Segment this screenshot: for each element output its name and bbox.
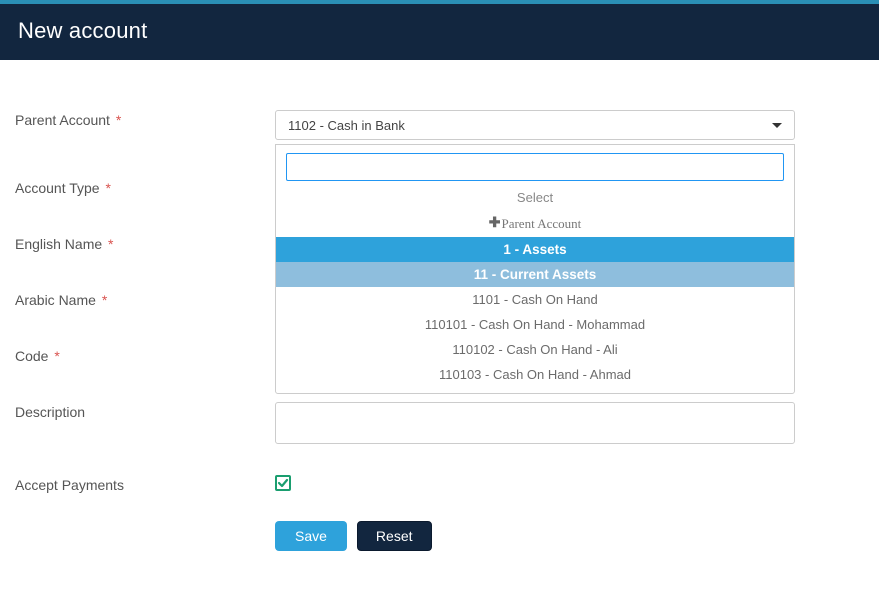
description-textarea[interactable] xyxy=(275,402,795,444)
field-description xyxy=(275,402,795,447)
label-accept-payments: Accept Payments xyxy=(15,475,275,493)
label-account-type: Account Type * xyxy=(15,178,275,196)
accept-payments-checkbox[interactable] xyxy=(275,475,291,491)
dropdown-search-wrap xyxy=(276,145,794,185)
required-marker: * xyxy=(54,348,59,364)
label-description: Description xyxy=(15,402,275,420)
plus-icon: ✚ xyxy=(489,215,501,232)
dropdown-option[interactable]: 110103 - Cash On Hand - Ahmad xyxy=(276,362,794,387)
required-marker: * xyxy=(116,112,121,128)
button-row: Save Reset xyxy=(275,521,864,551)
row-accept-payments: Accept Payments xyxy=(15,475,864,493)
required-marker: * xyxy=(105,180,110,196)
label-arabic-name: Arabic Name * xyxy=(15,290,275,308)
row-parent-account: Parent Account * 1102 - Cash in Bank Sel… xyxy=(15,110,864,140)
dropdown-option[interactable]: 1 - Assets xyxy=(276,237,794,262)
required-marker: * xyxy=(102,292,107,308)
row-description: Description xyxy=(15,402,864,447)
parent-account-dropdown: Select ✚ Parent Account 1 - Assets 11 - … xyxy=(275,144,795,394)
label-parent-account: Parent Account * xyxy=(15,110,275,128)
form-container: Parent Account * 1102 - Cash in Bank Sel… xyxy=(0,60,879,581)
dropdown-option-placeholder[interactable]: Select xyxy=(276,185,794,210)
label-english-name: English Name * xyxy=(15,234,275,252)
save-button[interactable]: Save xyxy=(275,521,347,551)
check-icon xyxy=(277,477,289,489)
parent-account-selected-value: 1102 - Cash in Bank xyxy=(288,118,405,133)
dropdown-option[interactable]: 11 - Current Assets xyxy=(276,262,794,287)
caret-down-icon xyxy=(772,123,782,128)
field-parent-account: 1102 - Cash in Bank Select ✚ Parent Acco… xyxy=(275,110,795,140)
dropdown-search-input[interactable] xyxy=(286,153,784,181)
page-title: New account xyxy=(18,18,861,44)
dropdown-group-label: ✚ Parent Account xyxy=(276,210,794,237)
field-accept-payments xyxy=(275,475,795,492)
required-marker: * xyxy=(108,236,113,252)
page-header: New account xyxy=(0,4,879,60)
label-code: Code * xyxy=(15,346,275,364)
parent-account-select[interactable]: 1102 - Cash in Bank xyxy=(275,110,795,140)
reset-button[interactable]: Reset xyxy=(357,521,432,551)
dropdown-option[interactable]: 1101 - Cash On Hand xyxy=(276,287,794,312)
dropdown-option-list[interactable]: Select ✚ Parent Account 1 - Assets 11 - … xyxy=(276,185,794,393)
dropdown-option[interactable]: 110101 - Cash On Hand - Mohammad xyxy=(276,312,794,337)
dropdown-option[interactable]: 110102 - Cash On Hand - Ali xyxy=(276,337,794,362)
